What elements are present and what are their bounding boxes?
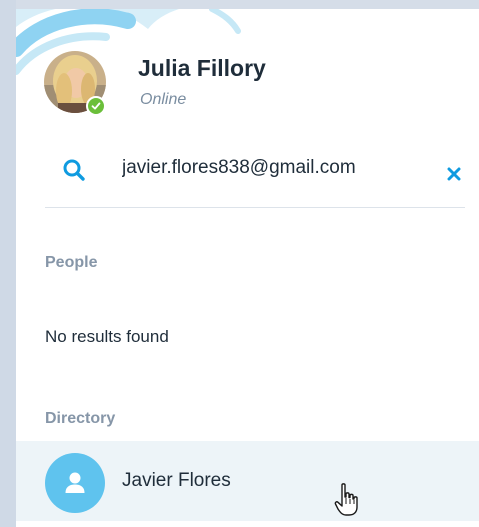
online-status-badge bbox=[86, 96, 106, 116]
contact-name: Javier Flores bbox=[122, 470, 231, 491]
people-section-label: People bbox=[45, 254, 98, 271]
clear-search-button[interactable] bbox=[442, 162, 466, 186]
person-icon bbox=[65, 472, 85, 493]
contact-avatar bbox=[45, 453, 105, 513]
check-icon bbox=[91, 102, 101, 110]
directory-section-label: Directory bbox=[45, 410, 116, 427]
search-icon bbox=[62, 158, 86, 182]
close-icon bbox=[447, 167, 461, 181]
left-window-strip bbox=[0, 0, 16, 527]
profile-header: Julia Fillory Online bbox=[16, 9, 479, 139]
search-panel: Julia Fillory Online People No results f… bbox=[16, 9, 479, 527]
search-input[interactable] bbox=[122, 155, 442, 181]
directory-result-item[interactable]: Javier Flores bbox=[16, 441, 479, 521]
people-empty-message: No results found bbox=[45, 327, 169, 346]
search-divider bbox=[45, 207, 465, 208]
profile-status[interactable]: Online bbox=[140, 91, 186, 109]
profile-name[interactable]: Julia Fillory bbox=[138, 55, 266, 82]
